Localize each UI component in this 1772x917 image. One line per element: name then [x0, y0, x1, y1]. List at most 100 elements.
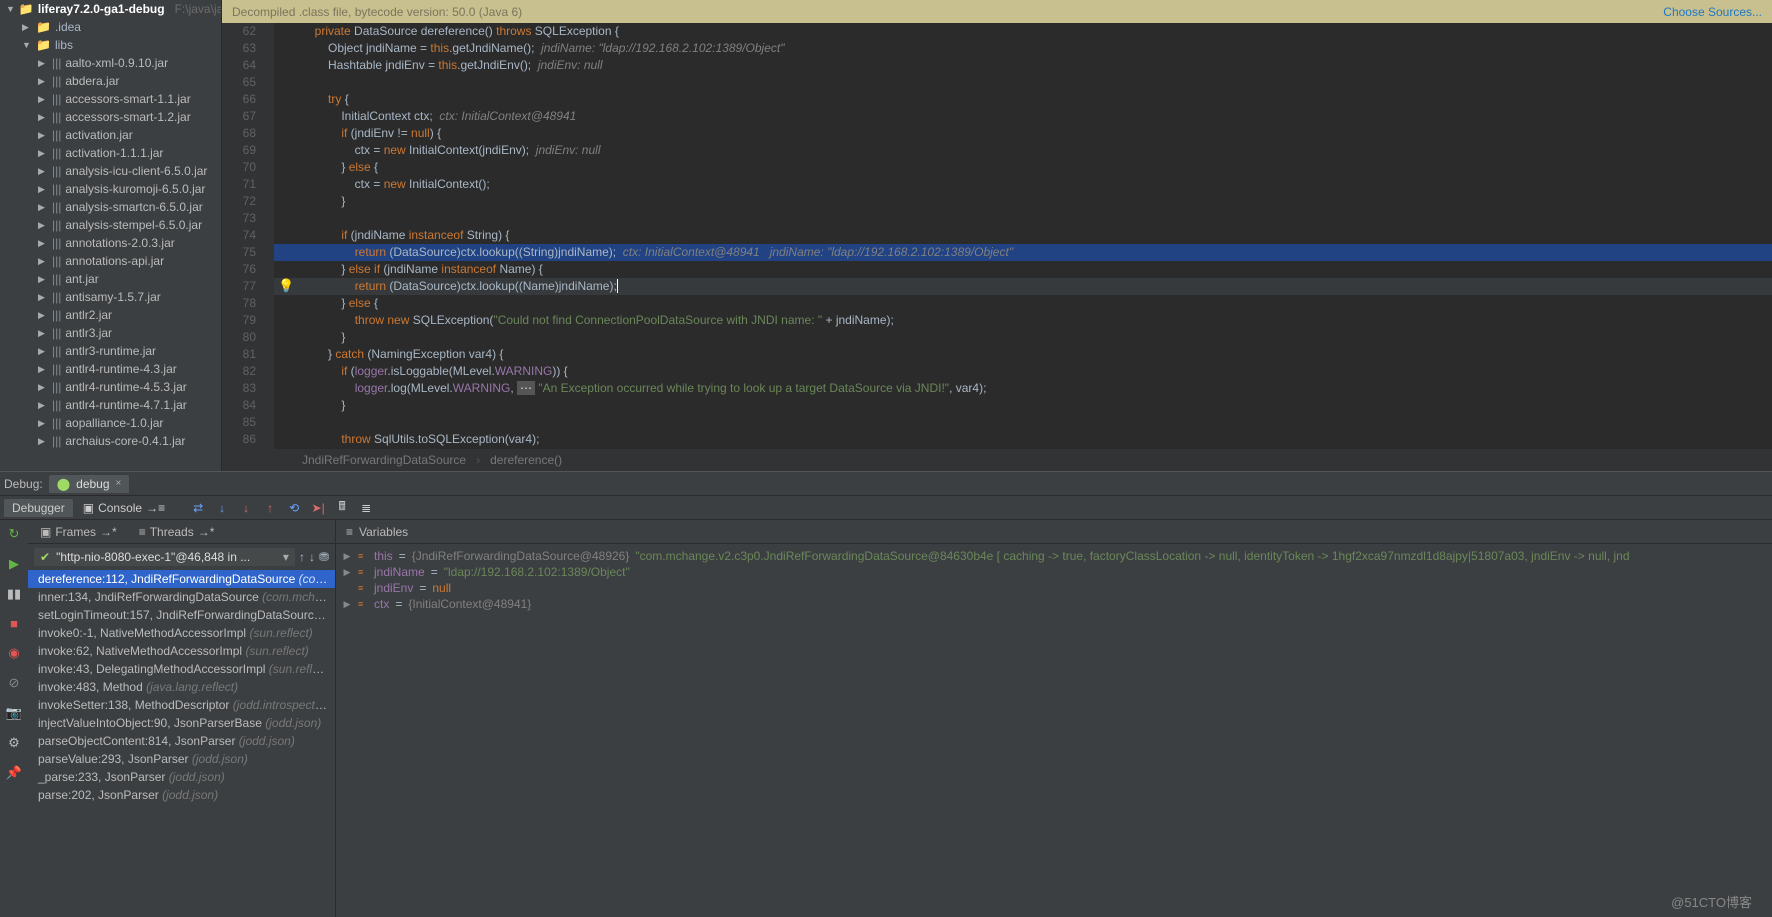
- code-line[interactable]: return (DataSource)ctx.lookup((Name)jndi…: [274, 278, 1772, 295]
- tree-lib[interactable]: ▶ ||| analysis-icu-client-6.5.0.jar: [0, 162, 221, 180]
- thread-selector[interactable]: ✔ "http-nio-8080-exec-1"@46,848 in ... ▾: [34, 548, 295, 566]
- stack-frame[interactable]: parseValue:293, JsonParser (jodd.json): [28, 750, 335, 768]
- tree-lib[interactable]: ▶ ||| antlr2.jar: [0, 306, 221, 324]
- tree-lib[interactable]: ▶ ||| abdera.jar: [0, 72, 221, 90]
- tree-folder[interactable]: ▼ 📁 libs: [0, 36, 221, 54]
- expand-icon[interactable]: ▶: [342, 567, 352, 578]
- project-root[interactable]: ▼ 📁 liferay7.2.0-ga1-debug F:\java\javap: [0, 0, 221, 18]
- expand-icon[interactable]: ▶: [342, 599, 352, 610]
- run-to-cursor-icon[interactable]: ➤|: [307, 498, 329, 518]
- prev-frame-icon[interactable]: ↑: [299, 550, 305, 564]
- breadcrumb[interactable]: JndiRefForwardingDataSource › dereferenc…: [222, 449, 1772, 471]
- stack-frame[interactable]: _parse:233, JsonParser (jodd.json): [28, 768, 335, 786]
- view-breakpoints-icon[interactable]: ◉: [8, 645, 19, 661]
- tree-lib[interactable]: ▶ ||| ant.jar: [0, 270, 221, 288]
- tree-lib[interactable]: ▶ ||| accessors-smart-1.1.jar: [0, 90, 221, 108]
- expand-icon[interactable]: ▶: [342, 551, 352, 562]
- tree-lib[interactable]: ▶ ||| antlr4-runtime-4.7.1.jar: [0, 396, 221, 414]
- code-line[interactable]: if (logger.isLoggable(MLevel.WARNING)) {: [274, 363, 1772, 380]
- trace-icon[interactable]: ≣: [355, 498, 377, 518]
- variable-row[interactable]: ▶ ≡ jndiName = "ldap://192.168.2.102:138…: [338, 564, 1770, 580]
- tree-lib[interactable]: ▶ ||| accessors-smart-1.2.jar: [0, 108, 221, 126]
- code-line[interactable]: } else if (jndiName instanceof Name) {: [274, 261, 1772, 278]
- stack-frame[interactable]: injectValueIntoObject:90, JsonParserBase…: [28, 714, 335, 732]
- code-line[interactable]: if (jndiName instanceof String) {: [274, 227, 1772, 244]
- tree-lib[interactable]: ▶ ||| annotations-2.0.3.jar: [0, 234, 221, 252]
- variable-row[interactable]: ≡ jndiEnv = null: [338, 580, 1770, 596]
- code-line[interactable]: Object jndiName = this.getJndiName(); jn…: [274, 40, 1772, 57]
- step-over-icon[interactable]: ⇄: [187, 498, 209, 518]
- variable-row[interactable]: ▶ ≡ this = {JndiRefForwardingDataSource@…: [338, 548, 1770, 564]
- tree-lib[interactable]: ▶ ||| activation-1.1.1.jar: [0, 144, 221, 162]
- filter-icon[interactable]: ⛃: [319, 550, 329, 564]
- bulb-icon[interactable]: 💡: [278, 277, 294, 294]
- stack-frame[interactable]: parse:202, JsonParser (jodd.json): [28, 786, 335, 804]
- settings-icon[interactable]: ⚙: [8, 735, 20, 751]
- code-line[interactable]: return (DataSource)ctx.lookup((String)jn…: [274, 244, 1772, 261]
- code-line[interactable]: }: [274, 329, 1772, 346]
- code-line[interactable]: logger.log(MLevel.WARNING, ⋯ "An Excepti…: [274, 380, 1772, 397]
- variable-row[interactable]: ▶ ≡ ctx = {InitialContext@48941}: [338, 596, 1770, 612]
- code-line[interactable]: try {: [274, 91, 1772, 108]
- code-line[interactable]: }: [274, 193, 1772, 210]
- code-line[interactable]: [274, 414, 1772, 431]
- tree-lib[interactable]: ▶ ||| analysis-stempel-6.5.0.jar: [0, 216, 221, 234]
- frame-list[interactable]: dereference:112, JndiRefForwardingDataSo…: [28, 570, 335, 804]
- force-step-into-icon[interactable]: ↓: [235, 498, 257, 518]
- stack-frame[interactable]: invoke:43, DelegatingMethodAccessorImpl …: [28, 660, 335, 678]
- debug-run-tab[interactable]: ⬤ debug ×: [49, 475, 130, 493]
- tree-lib[interactable]: ▶ ||| antlr3-runtime.jar: [0, 342, 221, 360]
- stack-frame[interactable]: invoke:483, Method (java.lang.reflect): [28, 678, 335, 696]
- tree-lib[interactable]: ▶ ||| antlr4-runtime-4.5.3.jar: [0, 378, 221, 396]
- code-line[interactable]: ctx = new InitialContext();: [274, 176, 1772, 193]
- pin-icon[interactable]: 📌: [6, 765, 22, 781]
- rerun-icon[interactable]: ↻: [9, 526, 20, 542]
- choose-sources-link[interactable]: Choose Sources...: [1663, 5, 1762, 19]
- tree-lib[interactable]: ▶ ||| activation.jar: [0, 126, 221, 144]
- tree-lib[interactable]: ▶ ||| archaius-core-0.4.1.jar: [0, 432, 221, 450]
- variables-list[interactable]: ▶ ≡ this = {JndiRefForwardingDataSource@…: [336, 544, 1772, 616]
- breadcrumb-method[interactable]: dereference(): [490, 453, 562, 467]
- frames-tab[interactable]: ▣ Frames →*: [34, 523, 123, 541]
- code-line[interactable]: throw SqlUtils.toSQLException(var4);: [274, 431, 1772, 448]
- code-line[interactable]: } else {: [274, 159, 1772, 176]
- tree-lib[interactable]: ▶ ||| antlr4-runtime-4.3.jar: [0, 360, 221, 378]
- tab-console[interactable]: ▣ Console →≡: [75, 499, 173, 517]
- project-tree[interactable]: ▼ 📁 liferay7.2.0-ga1-debug F:\java\javap…: [0, 0, 222, 471]
- tree-folder[interactable]: ▶ 📁 .idea: [0, 18, 221, 36]
- code-line[interactable]: ctx = new InitialContext(jndiEnv); jndiE…: [274, 142, 1772, 159]
- stack-frame[interactable]: invokeSetter:138, MethodDescriptor (jodd…: [28, 696, 335, 714]
- stop-icon[interactable]: ■: [10, 616, 18, 631]
- code-line[interactable]: throw new SQLException("Could not find C…: [274, 312, 1772, 329]
- tree-lib[interactable]: ▶ ||| aalto-xml-0.9.10.jar: [0, 54, 221, 72]
- next-frame-icon[interactable]: ↓: [309, 550, 315, 564]
- code-line[interactable]: Hashtable jndiEnv = this.getJndiEnv(); j…: [274, 57, 1772, 74]
- code-line[interactable]: }: [274, 448, 1772, 449]
- step-into-icon[interactable]: ↓: [211, 498, 233, 518]
- stack-frame[interactable]: inner:134, JndiRefForwardingDataSource (…: [28, 588, 335, 606]
- code-lines[interactable]: private DataSource dereference() throws …: [274, 23, 1772, 449]
- camera-icon[interactable]: 📷: [6, 705, 22, 721]
- code-line[interactable]: } else {: [274, 295, 1772, 312]
- tree-lib[interactable]: ▶ ||| antlr3.jar: [0, 324, 221, 342]
- pause-icon[interactable]: ▮▮: [7, 586, 21, 602]
- code-line[interactable]: InitialContext ctx; ctx: InitialContext@…: [274, 108, 1772, 125]
- stack-frame[interactable]: invoke0:-1, NativeMethodAccessorImpl (su…: [28, 624, 335, 642]
- code-line[interactable]: }: [274, 397, 1772, 414]
- code-line[interactable]: [274, 74, 1772, 91]
- stack-frame[interactable]: invoke:62, NativeMethodAccessorImpl (sun…: [28, 642, 335, 660]
- drop-frame-icon[interactable]: ⟲: [283, 498, 305, 518]
- evaluate-icon[interactable]: 🖩: [331, 498, 353, 518]
- stack-frame[interactable]: dereference:112, JndiRefForwardingDataSo…: [28, 570, 335, 588]
- tree-lib[interactable]: ▶ ||| analysis-kuromoji-6.5.0.jar: [0, 180, 221, 198]
- tree-lib[interactable]: ▶ ||| annotations-api.jar: [0, 252, 221, 270]
- breadcrumb-class[interactable]: JndiRefForwardingDataSource: [302, 453, 466, 467]
- code-line[interactable]: [274, 210, 1772, 227]
- step-out-icon[interactable]: ↑: [259, 498, 281, 518]
- tree-lib[interactable]: ▶ ||| antisamy-1.5.7.jar: [0, 288, 221, 306]
- code-area[interactable]: 6263646566676869707172737475767778798081…: [222, 23, 1772, 449]
- stack-frame[interactable]: parseObjectContent:814, JsonParser (jodd…: [28, 732, 335, 750]
- tab-debugger[interactable]: Debugger: [4, 499, 73, 517]
- mute-breakpoints-icon[interactable]: ⊘: [9, 675, 20, 691]
- tree-lib[interactable]: ▶ ||| analysis-smartcn-6.5.0.jar: [0, 198, 221, 216]
